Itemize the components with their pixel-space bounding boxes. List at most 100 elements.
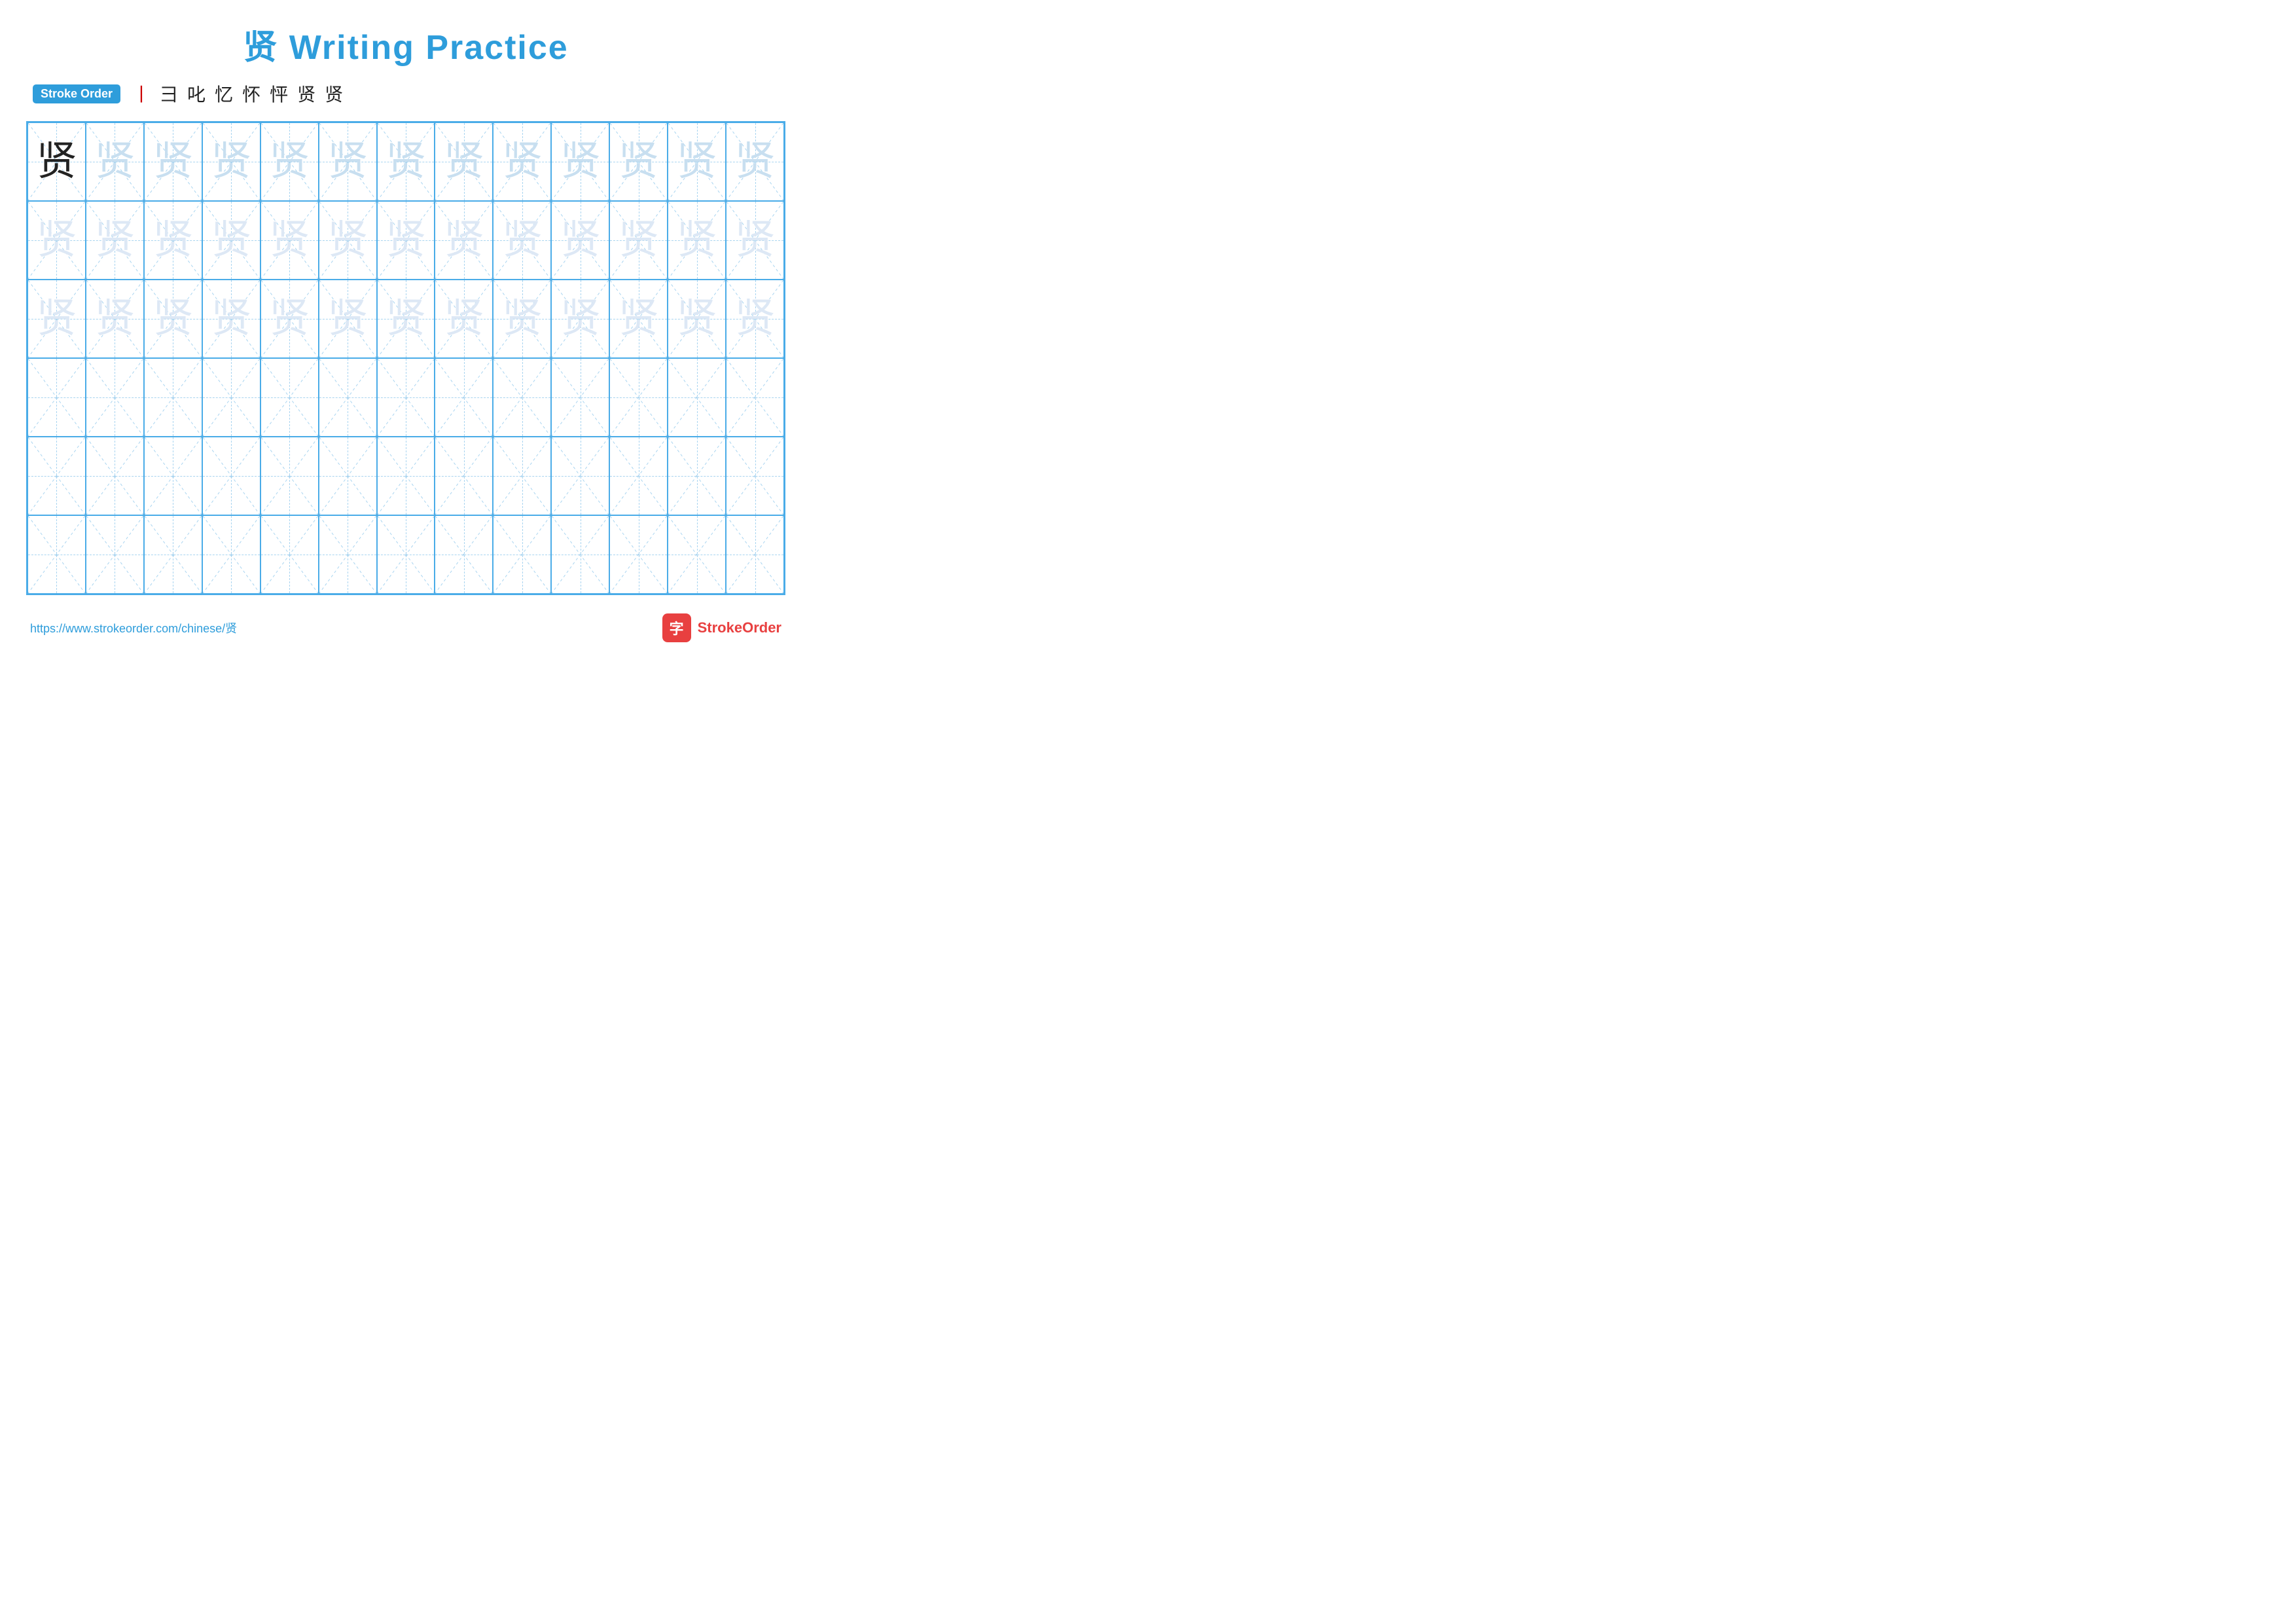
grid-cell-r2c5[interactable]: 贤	[260, 201, 319, 280]
grid-cell-r4c13[interactable]	[726, 358, 784, 437]
grid-cell-r6c11[interactable]	[609, 515, 668, 594]
grid-cell-r3c5[interactable]: 贤	[260, 280, 319, 358]
grid-cell-r3c8[interactable]: 贤	[435, 280, 493, 358]
character-faint: 贤	[152, 299, 193, 339]
page-title: 贤 Writing Practice	[26, 20, 785, 69]
grid-cell-r6c2[interactable]	[86, 515, 144, 594]
grid-cell-r5c4[interactable]	[202, 437, 260, 515]
grid-cell-r1c10[interactable]: 贤	[551, 122, 609, 201]
grid-cell-r3c10[interactable]: 贤	[551, 280, 609, 358]
character-faint: 贤	[444, 299, 484, 339]
grid-cell-r1c9[interactable]: 贤	[493, 122, 551, 201]
grid-cell-r6c5[interactable]	[260, 515, 319, 594]
grid-cell-r3c6[interactable]: 贤	[319, 280, 377, 358]
grid-cell-r3c12[interactable]: 贤	[668, 280, 726, 358]
grid-cell-r5c8[interactable]	[435, 437, 493, 515]
grid-cell-r6c1[interactable]	[27, 515, 86, 594]
grid-cell-r2c7[interactable]: 贤	[377, 201, 435, 280]
grid-cell-r4c12[interactable]	[668, 358, 726, 437]
grid-cell-r5c10[interactable]	[551, 437, 609, 515]
character-faint: 贤	[36, 220, 77, 261]
grid-cell-r4c11[interactable]	[609, 358, 668, 437]
grid-cell-r2c8[interactable]: 贤	[435, 201, 493, 280]
grid-cell-r1c1[interactable]: 贤	[27, 122, 86, 201]
grid-cell-r1c2[interactable]: 贤	[86, 122, 144, 201]
character-faint: 贤	[211, 220, 251, 261]
grid-cell-r4c1[interactable]	[27, 358, 86, 437]
grid-cell-r1c3[interactable]: 贤	[144, 122, 202, 201]
grid-cell-r3c3[interactable]: 贤	[144, 280, 202, 358]
character-guide: 贤	[152, 141, 193, 182]
stroke-step-7: 贤	[297, 81, 315, 107]
grid-cell-r4c4[interactable]	[202, 358, 260, 437]
grid-cell-r4c8[interactable]	[435, 358, 493, 437]
character-guide: 贤	[94, 141, 135, 182]
footer-url[interactable]: https://www.strokeorder.com/chinese/贤	[30, 619, 237, 636]
character-faint: 贤	[386, 220, 426, 261]
grid-cell-r2c9[interactable]: 贤	[493, 201, 551, 280]
character-guide: 贤	[677, 141, 717, 182]
grid-cell-r2c12[interactable]: 贤	[668, 201, 726, 280]
stroke-step-3: 叱	[187, 81, 206, 107]
footer-logo-text: StrokeOrder	[698, 619, 781, 636]
grid-cell-r5c6[interactable]	[319, 437, 377, 515]
grid-cell-r4c3[interactable]	[144, 358, 202, 437]
grid-cell-r5c1[interactable]	[27, 437, 86, 515]
grid-cell-r1c4[interactable]: 贤	[202, 122, 260, 201]
character-faint: 贤	[94, 299, 135, 339]
grid-cell-r4c7[interactable]	[377, 358, 435, 437]
grid-cell-r2c11[interactable]: 贤	[609, 201, 668, 280]
grid-cell-r1c7[interactable]: 贤	[377, 122, 435, 201]
character-faint: 贤	[36, 299, 77, 339]
grid-cell-r6c9[interactable]	[493, 515, 551, 594]
grid-cell-r1c6[interactable]: 贤	[319, 122, 377, 201]
grid-cell-r2c4[interactable]: 贤	[202, 201, 260, 280]
grid-cell-r6c12[interactable]	[668, 515, 726, 594]
grid-cell-r6c3[interactable]	[144, 515, 202, 594]
grid-cell-r2c6[interactable]: 贤	[319, 201, 377, 280]
grid-cell-r3c9[interactable]: 贤	[493, 280, 551, 358]
grid-cell-r5c2[interactable]	[86, 437, 144, 515]
grid-cell-r6c7[interactable]	[377, 515, 435, 594]
stroke-step-8: 贤	[325, 81, 343, 107]
grid-cell-r5c13[interactable]	[726, 437, 784, 515]
grid-cell-r5c7[interactable]	[377, 437, 435, 515]
grid-cell-r6c6[interactable]	[319, 515, 377, 594]
grid-cell-r5c3[interactable]	[144, 437, 202, 515]
grid-cell-r5c9[interactable]	[493, 437, 551, 515]
grid-cell-r5c11[interactable]	[609, 437, 668, 515]
grid-cell-r6c13[interactable]	[726, 515, 784, 594]
grid-cell-r2c1[interactable]: 贤	[27, 201, 86, 280]
grid-cell-r6c4[interactable]	[202, 515, 260, 594]
grid-cell-r1c8[interactable]: 贤	[435, 122, 493, 201]
grid-cell-r2c2[interactable]: 贤	[86, 201, 144, 280]
grid-cell-r6c10[interactable]	[551, 515, 609, 594]
grid-cell-r5c5[interactable]	[260, 437, 319, 515]
grid-cell-r1c12[interactable]: 贤	[668, 122, 726, 201]
grid-cell-r2c13[interactable]: 贤	[726, 201, 784, 280]
grid-cell-r3c4[interactable]: 贤	[202, 280, 260, 358]
character-dark: 贤	[36, 141, 77, 182]
grid-cell-r4c6[interactable]	[319, 358, 377, 437]
grid-cell-r3c7[interactable]: 贤	[377, 280, 435, 358]
grid-cell-r4c10[interactable]	[551, 358, 609, 437]
grid-cell-r3c11[interactable]: 贤	[609, 280, 668, 358]
character-faint: 贤	[677, 220, 717, 261]
grid-cell-r5c12[interactable]	[668, 437, 726, 515]
grid-cell-r3c2[interactable]: 贤	[86, 280, 144, 358]
character-faint: 贤	[502, 299, 543, 339]
grid-cell-r2c10[interactable]: 贤	[551, 201, 609, 280]
grid-cell-r4c5[interactable]	[260, 358, 319, 437]
grid-cell-r1c11[interactable]: 贤	[609, 122, 668, 201]
grid-cell-r3c13[interactable]: 贤	[726, 280, 784, 358]
grid-cell-r4c9[interactable]	[493, 358, 551, 437]
stroke-step-2: 彐	[160, 81, 178, 107]
grid-cell-r6c8[interactable]	[435, 515, 493, 594]
stroke-step-1: 丨	[132, 81, 151, 107]
grid-cell-r1c5[interactable]: 贤	[260, 122, 319, 201]
grid-cell-r1c13[interactable]: 贤	[726, 122, 784, 201]
grid-cell-r4c2[interactable]	[86, 358, 144, 437]
character-faint: 贤	[735, 220, 776, 261]
grid-cell-r3c1[interactable]: 贤	[27, 280, 86, 358]
grid-cell-r2c3[interactable]: 贤	[144, 201, 202, 280]
